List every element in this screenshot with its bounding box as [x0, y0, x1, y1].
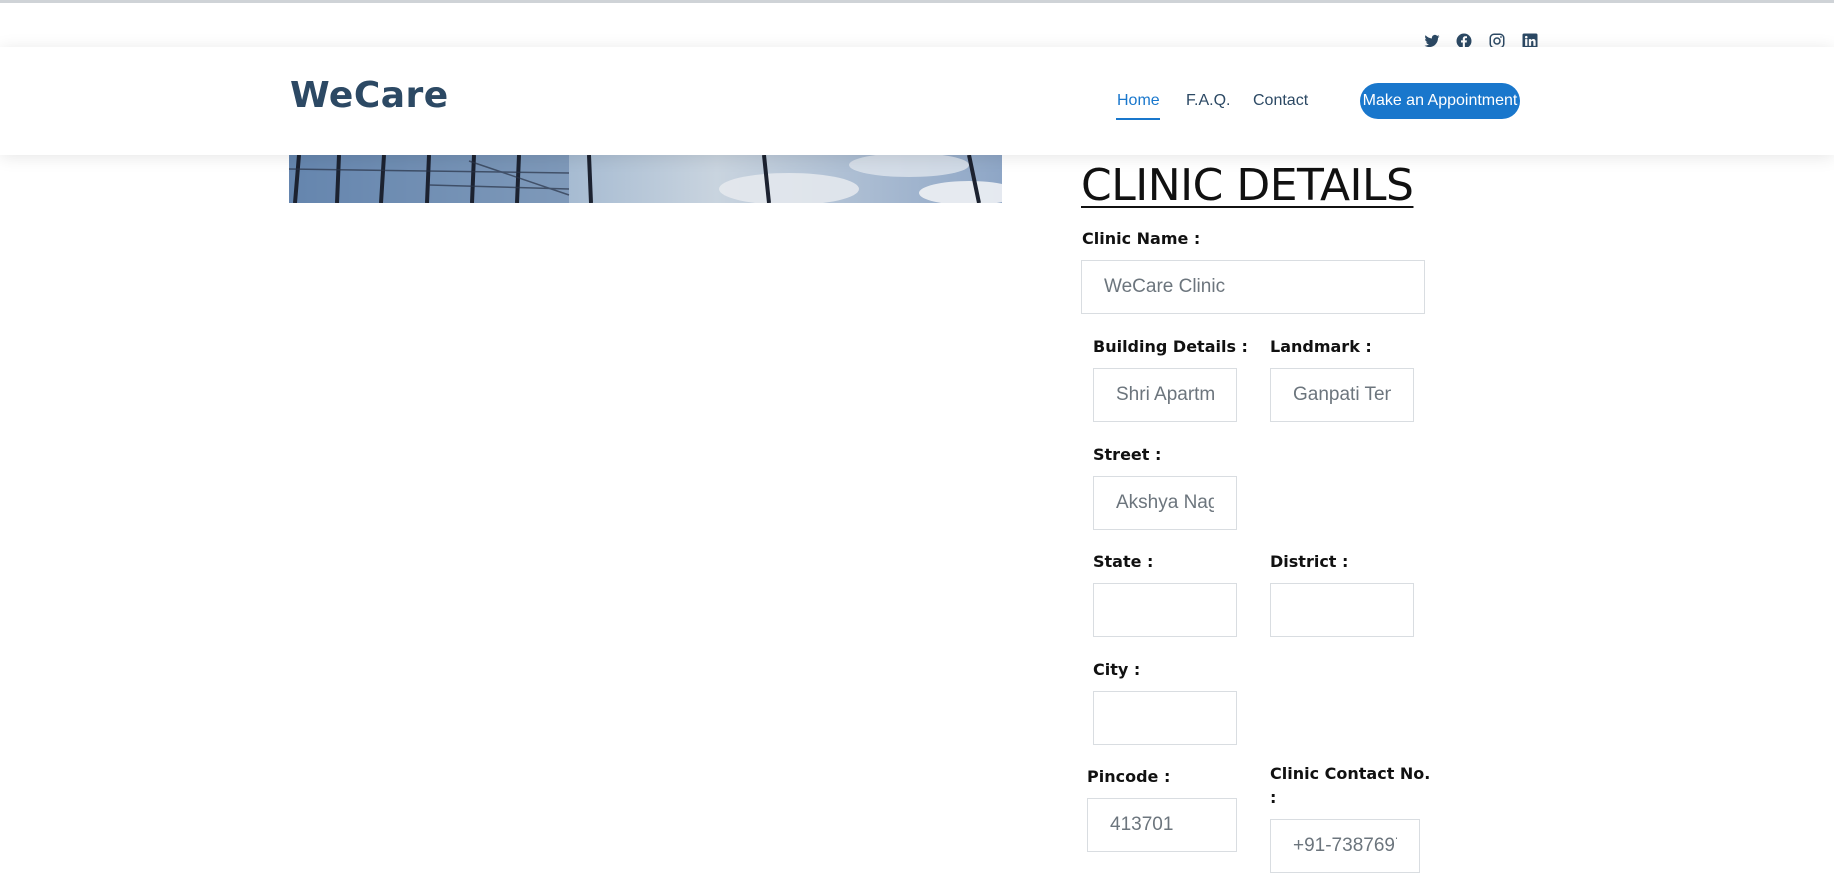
- state-label: State :: [1093, 552, 1154, 571]
- nav-home[interactable]: Home: [1117, 92, 1160, 110]
- city-input[interactable]: [1093, 691, 1237, 745]
- pincode-label: Pincode :: [1087, 767, 1171, 786]
- site-logo[interactable]: WeCare: [290, 75, 449, 116]
- building-details-label: Building Details :: [1093, 337, 1248, 356]
- landmark-input[interactable]: [1270, 368, 1414, 422]
- site-header: WeCare Home F.A.Q. Contact: [0, 47, 1834, 155]
- pincode-input[interactable]: [1087, 798, 1237, 852]
- clinic-building-image: [289, 155, 1002, 203]
- clinic-contact-label: Clinic Contact No.: [1270, 764, 1431, 783]
- city-label: City :: [1093, 660, 1141, 679]
- clinic-contact-input[interactable]: [1270, 819, 1420, 873]
- state-input[interactable]: [1093, 583, 1237, 637]
- nav-active-indicator: [1116, 118, 1160, 120]
- clinic-name-label: Clinic Name :: [1082, 229, 1201, 248]
- make-appointment-button[interactable]: Make an Appointment: [1360, 83, 1520, 119]
- nav-faq[interactable]: F.A.Q.: [1186, 92, 1230, 110]
- landmark-label: Landmark :: [1270, 337, 1372, 356]
- clinic-details-title: CLINIC DETAILS: [1081, 160, 1414, 211]
- nav-contact[interactable]: Contact: [1253, 92, 1308, 110]
- district-label: District :: [1270, 552, 1349, 571]
- clinic-name-input[interactable]: [1081, 260, 1425, 314]
- street-label: Street :: [1093, 445, 1162, 464]
- clinic-contact-label-colon: :: [1270, 788, 1277, 807]
- district-input[interactable]: [1270, 583, 1414, 637]
- top-bar: [0, 3, 1834, 49]
- street-input[interactable]: [1093, 476, 1237, 530]
- building-details-input[interactable]: [1093, 368, 1237, 422]
